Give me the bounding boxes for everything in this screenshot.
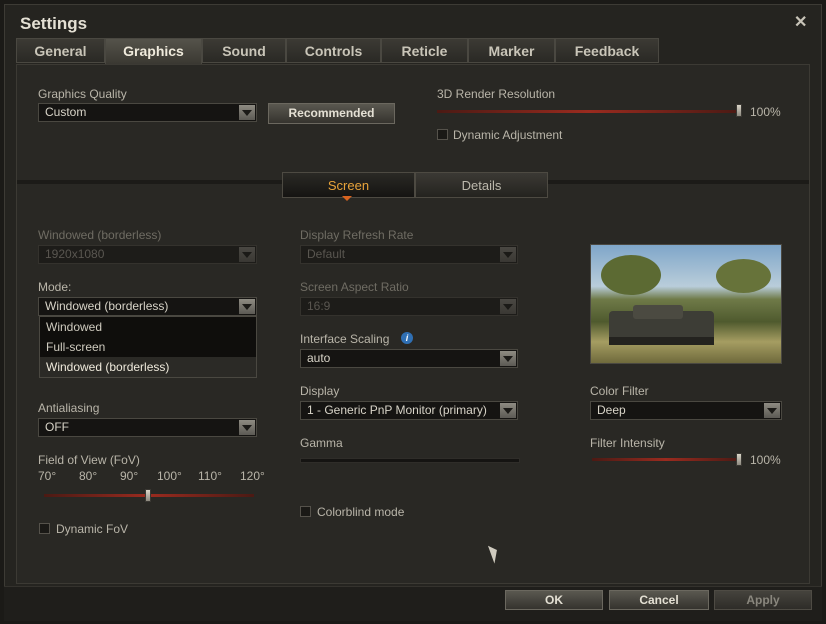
gamma-slider[interactable] <box>300 458 520 463</box>
tree-left-shape <box>601 255 661 295</box>
mode-option-fullscreen[interactable]: Full-screen <box>40 337 256 357</box>
chevron-down-icon <box>239 105 255 120</box>
interface-scaling-select[interactable]: auto <box>300 349 518 368</box>
display-select[interactable]: 1 - Generic PnP Monitor (primary) <box>300 401 518 420</box>
fov-tick-100: 100° <box>157 469 182 483</box>
render-resolution-thumb[interactable] <box>736 104 742 117</box>
refresh-rate-value: Default <box>307 247 346 261</box>
chevron-down-icon <box>500 403 516 418</box>
fov-tick-110: 110° <box>198 469 222 483</box>
render-resolution-slider[interactable] <box>437 110 740 113</box>
resolution-select: 1920x1080 <box>38 245 257 264</box>
fov-tick-80: 80° <box>79 469 98 483</box>
fov-tick-70: 70° <box>38 469 57 483</box>
tank-tracks-shape <box>609 337 714 345</box>
colorblind-checkbox[interactable] <box>300 506 311 517</box>
tab-marker[interactable]: Marker <box>468 38 555 63</box>
window-title: Settings <box>20 14 88 33</box>
cancel-button[interactable]: Cancel <box>609 590 709 610</box>
mode-option-windowed[interactable]: Windowed <box>40 317 256 337</box>
antialiasing-select[interactable]: OFF <box>38 418 257 437</box>
info-icon[interactable]: i <box>401 332 413 344</box>
render-resolution-label: 3D Render Resolution <box>437 87 556 101</box>
graphics-quality-select[interactable]: Custom <box>38 103 257 122</box>
subtab-bar: Screen Details <box>282 172 548 199</box>
display-value: 1 - Generic PnP Monitor (primary) <box>307 403 487 417</box>
active-subtab-indicator-icon <box>342 196 352 201</box>
color-filter-label: Color Filter <box>590 384 649 398</box>
filter-intensity-value: 100% <box>750 453 781 467</box>
aspect-ratio-label: Screen Aspect Ratio <box>300 280 409 294</box>
mode-label: Mode: <box>38 280 72 294</box>
fov-tick-120: 120° <box>240 469 265 483</box>
tab-sound[interactable]: Sound <box>202 38 286 63</box>
interface-scaling-label: Interface Scaling <box>300 332 390 346</box>
chevron-down-icon <box>764 403 780 418</box>
resolution-label: Windowed (borderless) <box>38 228 162 242</box>
tab-feedback[interactable]: Feedback <box>555 38 659 63</box>
subtab-screen[interactable]: Screen <box>282 172 415 198</box>
mode-select[interactable]: Windowed (borderless) <box>38 297 257 316</box>
fov-label: Field of View (FoV) <box>38 453 140 467</box>
fov-tick-90: 90° <box>120 469 139 483</box>
gamma-label: Gamma <box>300 436 343 450</box>
graphics-quality-label: Graphics Quality <box>38 87 127 101</box>
refresh-rate-select: Default <box>300 245 518 264</box>
fov-slider-thumb[interactable] <box>145 489 151 502</box>
resolution-value: 1920x1080 <box>45 247 105 261</box>
tab-controls[interactable]: Controls <box>286 38 381 63</box>
colorblind-label: Colorblind mode <box>317 505 405 519</box>
tab-graphics[interactable]: Graphics <box>105 38 202 65</box>
tank-turret-shape <box>633 305 683 319</box>
filter-intensity-slider[interactable] <box>592 458 740 461</box>
chevron-down-icon <box>500 351 516 366</box>
chevron-down-icon <box>239 247 255 262</box>
render-resolution-value: 100% <box>750 105 781 119</box>
mode-dropdown-list: Windowed Full-screen Windowed (borderles… <box>39 316 257 378</box>
tab-reticle[interactable]: Reticle <box>381 38 468 63</box>
chevron-down-icon <box>239 299 255 314</box>
display-label: Display <box>300 384 340 398</box>
close-icon[interactable]: ✕ <box>794 12 807 32</box>
dynamic-fov-label: Dynamic FoV <box>56 522 129 536</box>
aspect-ratio-select: 16:9 <box>300 297 518 316</box>
chevron-down-icon <box>239 420 255 435</box>
tree-right-shape <box>716 259 771 293</box>
dynamic-fov-checkbox[interactable] <box>39 523 50 534</box>
apply-button[interactable]: Apply <box>714 590 812 610</box>
antialiasing-value: OFF <box>45 420 69 434</box>
dynamic-adjustment-checkbox[interactable] <box>437 129 448 140</box>
interface-scaling-value: auto <box>307 351 331 365</box>
chevron-down-icon <box>500 299 516 314</box>
color-filter-select[interactable]: Deep <box>590 401 782 420</box>
color-filter-preview-image <box>590 244 782 364</box>
subtab-details[interactable]: Details <box>415 172 548 198</box>
tab-general[interactable]: General <box>16 38 105 63</box>
color-filter-value: Deep <box>597 403 626 417</box>
ok-button[interactable]: OK <box>505 590 603 610</box>
filter-intensity-label: Filter Intensity <box>590 436 665 450</box>
dynamic-adjustment-label: Dynamic Adjustment <box>453 128 563 142</box>
recommended-button[interactable]: Recommended <box>268 103 395 124</box>
filter-intensity-thumb[interactable] <box>736 453 742 466</box>
chevron-down-icon <box>500 247 516 262</box>
aspect-ratio-value: 16:9 <box>307 299 331 313</box>
antialiasing-label: Antialiasing <box>38 401 100 415</box>
graphics-quality-value: Custom <box>45 105 87 119</box>
refresh-rate-label: Display Refresh Rate <box>300 228 414 242</box>
mode-option-windowed-borderless[interactable]: Windowed (borderless) <box>40 357 256 377</box>
mode-value: Windowed (borderless) <box>45 299 169 313</box>
